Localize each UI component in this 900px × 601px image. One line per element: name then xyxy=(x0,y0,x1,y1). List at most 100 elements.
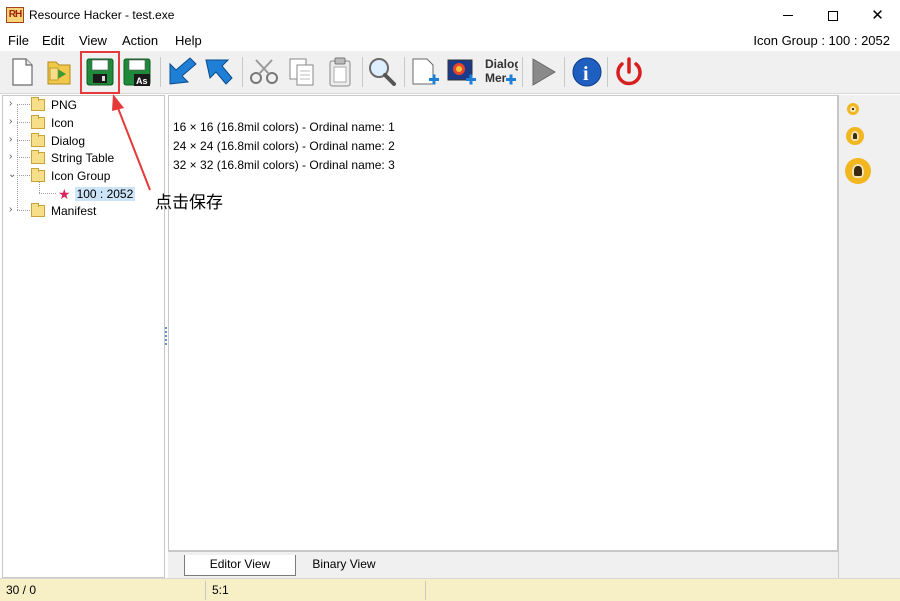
selected-resource-status: Icon Group : 100 : 2052 xyxy=(753,33,890,48)
search-icon xyxy=(369,58,396,86)
title-bar: RH Resource Hacker - test.exe ✕ xyxy=(0,0,900,31)
status-divider xyxy=(425,581,426,600)
add-resource-button[interactable] xyxy=(407,54,443,90)
toolbar-separator xyxy=(362,57,363,87)
open-folder-icon xyxy=(31,167,45,182)
tree-line xyxy=(39,193,56,194)
folder-icon xyxy=(31,114,45,129)
tab-editor-view[interactable]: Editor View xyxy=(184,555,296,576)
resource-hacker-logo-icon: RH xyxy=(6,7,24,23)
compile-run-icon xyxy=(532,58,556,86)
compile-run-button[interactable] xyxy=(525,54,561,90)
dialog-menu-icon: Dialog Mer xyxy=(485,57,518,85)
toolbar-separator xyxy=(564,57,565,87)
icon-preview-16[interactable] xyxy=(847,103,859,115)
expand-chevron-icon[interactable]: › xyxy=(9,99,18,109)
expand-chevron-icon[interactable]: › xyxy=(9,117,18,127)
paste-button[interactable] xyxy=(322,54,358,90)
tree-line xyxy=(17,210,30,211)
view-tabs: Editor View Binary View xyxy=(168,551,838,578)
status-bar: 30 / 0 5:1 xyxy=(0,578,900,601)
back-button[interactable] xyxy=(164,54,200,90)
menu-help[interactable]: Help xyxy=(175,33,202,48)
tree-item-icon-group[interactable]: Icon Group xyxy=(31,167,110,184)
tree-item-label: PNG xyxy=(51,97,78,112)
expand-chevron-icon[interactable]: › xyxy=(9,152,18,162)
folder-icon xyxy=(31,132,45,147)
save-as-button[interactable]: As xyxy=(120,54,156,90)
save-as-icon: As xyxy=(123,58,151,86)
toolbar: As Dialo Mer i xyxy=(0,51,900,94)
cut-button[interactable] xyxy=(246,54,282,90)
search-button[interactable] xyxy=(364,54,400,90)
window-title: Resource Hacker - test.exe xyxy=(29,8,175,22)
tree-item-manifest[interactable]: Manifest xyxy=(31,202,96,219)
new-file-icon xyxy=(12,58,33,86)
info-icon: i xyxy=(572,57,602,87)
line-column: 5:1 xyxy=(212,583,229,597)
dialog-menu-button[interactable]: Dialog Mer xyxy=(482,54,518,90)
copy-icon xyxy=(289,58,314,86)
menu-bar: File Edit View Action Help Icon Group : … xyxy=(0,31,900,51)
tree-item-icon[interactable]: Icon xyxy=(31,114,74,131)
collapse-chevron-icon[interactable]: ⌄ xyxy=(8,170,17,180)
folder-icon xyxy=(31,202,45,217)
paste-icon xyxy=(329,57,351,87)
icon-preview-32[interactable] xyxy=(845,158,871,184)
expand-chevron-icon[interactable]: › xyxy=(9,205,18,215)
add-image-button[interactable] xyxy=(444,54,480,90)
copy-button[interactable] xyxy=(284,54,320,90)
close-button[interactable]: ✕ xyxy=(855,0,900,31)
maximize-icon xyxy=(827,10,838,21)
tree-item-png[interactable]: PNG xyxy=(31,96,77,113)
maximize-button[interactable] xyxy=(810,0,855,31)
open-button[interactable] xyxy=(42,54,78,90)
minimize-button[interactable] xyxy=(765,0,810,31)
save-as-label: As xyxy=(136,76,148,86)
star-icon: ★ xyxy=(58,185,71,202)
tab-binary-view[interactable]: Binary View xyxy=(298,555,390,576)
tree-item-label: Icon Group xyxy=(51,168,111,183)
tree-item-label: Dialog xyxy=(51,133,86,148)
tree-item-dialog[interactable]: Dialog xyxy=(31,132,85,149)
close-icon: ✕ xyxy=(871,7,884,24)
menu-action[interactable]: Action xyxy=(122,33,158,48)
toolbar-separator xyxy=(160,57,161,87)
add-image-icon xyxy=(447,59,476,85)
menu-label: Mer xyxy=(485,71,507,85)
save-highlight-box xyxy=(80,51,120,94)
icon-preview-panel xyxy=(838,95,900,578)
menu-edit[interactable]: Edit xyxy=(42,33,64,48)
icon-preview-24[interactable] xyxy=(846,127,864,145)
editor-line: 16 × 16 (16.8mil colors) - Ordinal name:… xyxy=(173,120,395,134)
toolbar-separator xyxy=(404,57,405,87)
dialog-label: Dialog xyxy=(485,57,518,71)
forward-button[interactable] xyxy=(200,54,236,90)
folder-icon xyxy=(31,149,45,164)
add-resource-icon xyxy=(412,58,439,85)
cursor-position: 30 / 0 xyxy=(6,583,37,597)
tree-item-label: String Table xyxy=(51,150,115,165)
back-arrow-icon xyxy=(169,57,197,85)
tree-item-label: Icon xyxy=(51,115,74,130)
editor-line: 32 × 32 (16.8mil colors) - Ordinal name:… xyxy=(173,158,395,172)
menu-view[interactable]: View xyxy=(79,33,107,48)
minimize-icon xyxy=(782,15,793,16)
tree-item-label: 100 : 2052 xyxy=(74,186,136,201)
tree-line xyxy=(17,122,30,123)
tree-item-string-table[interactable]: String Table xyxy=(31,149,114,166)
tree-line xyxy=(17,175,30,176)
new-button[interactable] xyxy=(4,54,40,90)
exit-button[interactable] xyxy=(611,54,647,90)
expand-chevron-icon[interactable]: › xyxy=(9,135,18,145)
info-label: i xyxy=(583,63,589,85)
open-file-icon xyxy=(47,61,71,85)
status-divider xyxy=(205,581,206,600)
editor-pane[interactable]: 16 × 16 (16.8mil colors) - Ordinal name:… xyxy=(168,95,838,551)
annotation-label: 点击保存 xyxy=(155,193,223,213)
power-icon xyxy=(616,57,642,86)
tree-item-100-2052[interactable]: ★ 100 : 2052 xyxy=(58,185,136,202)
menu-file[interactable]: File xyxy=(8,33,29,48)
tree-line xyxy=(17,140,30,141)
info-button[interactable]: i xyxy=(569,54,605,90)
